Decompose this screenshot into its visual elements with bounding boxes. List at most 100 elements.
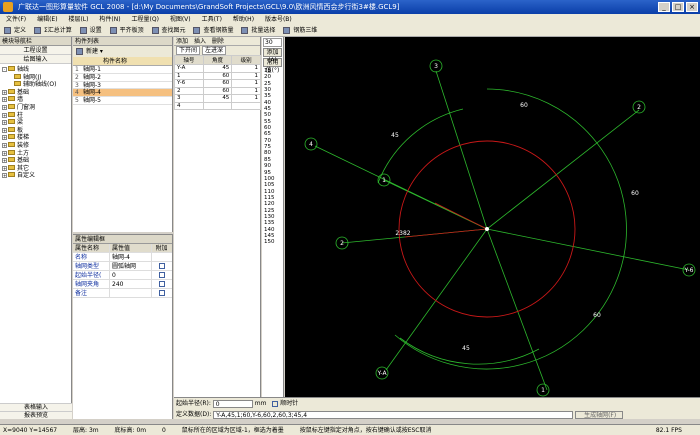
list-item[interactable]: 1 轴网-1 [73,66,172,74]
attr-row[interactable]: 备注 [73,289,172,298]
toolbar-rebar[interactable]: 查看钢筋量 [193,25,233,36]
tree-item-earthwork[interactable]: + 土方 [2,149,69,158]
define-data-input[interactable]: Y-A,45,1;60,Y-6,60,2,60,3;45,4 [213,410,574,419]
insert-button[interactable]: 插入 [194,38,206,45]
expand-icon[interactable]: + [2,120,7,126]
nav-tab-drawing-input[interactable]: 绘图输入 [0,55,71,64]
menu-quantity[interactable]: 工程量(Q) [132,16,159,23]
list-item[interactable]: 5 轴网-5 [73,97,172,105]
expand-icon[interactable]: + [2,89,7,95]
expand-icon[interactable]: + [2,127,7,133]
tree-item-decoration[interactable]: + 装修 [2,141,69,150]
maximize-button[interactable]: □ [672,2,684,12]
add-button[interactable]: 添加 [176,38,188,45]
tree-item-column[interactable]: + 柱 [2,111,69,120]
expand-icon[interactable]: + [2,150,7,156]
delete-button[interactable]: 删除 [212,38,224,45]
table-row[interactable]: 4 [174,101,261,110]
tree-item-aux-axis[interactable]: 辅助轴线(O) [2,81,69,89]
table-cell[interactable]: 1 [231,64,261,73]
angle-value-item[interactable]: 150 [262,239,283,245]
close-button[interactable]: × [686,2,698,12]
tree-item-slab[interactable]: + 板 [2,126,69,135]
expand-icon[interactable]: + [2,97,7,103]
table-row[interactable]: Y-A 45 1 [174,64,261,73]
expand-icon[interactable]: + [2,173,7,179]
table-cell[interactable]: 45 [202,64,233,73]
tree-item-other[interactable]: + 其它 [2,164,69,173]
table-input-button[interactable]: 表格输入 [0,403,72,411]
expand-icon[interactable]: + [2,112,7,118]
generate-grid-button[interactable]: 生成轴网(F) [575,410,624,419]
table-cell[interactable] [202,101,233,110]
attr-checkbox[interactable] [158,272,165,278]
menu-floor[interactable]: 楼层(L) [68,16,88,23]
attr-value[interactable]: 圆弧轴网 [109,262,151,270]
collapse-icon[interactable]: - [2,67,7,72]
expand-icon[interactable]: + [2,158,7,164]
tree-item-beam[interactable]: + 梁 [2,119,69,127]
attr-row[interactable]: 名称 轴网-4 [73,253,172,262]
tree-item-stairs[interactable]: + 楼梯 [2,134,69,142]
menu-tools[interactable]: 工具(T) [202,16,222,23]
toolbar-sum[interactable]: Σ汇总计算 [33,25,72,36]
attr-checkbox[interactable] [158,263,165,269]
expand-icon[interactable]: + [2,142,7,148]
expand-icon[interactable]: + [2,165,7,171]
expand-icon[interactable]: + [2,104,7,110]
nav-tab-project-settings[interactable]: 工程设置 [0,46,71,55]
radius-input[interactable]: 0 [212,399,253,408]
table-cell[interactable]: 4 [174,101,204,110]
new-button[interactable]: 新建 ▾ [76,48,103,55]
table-row[interactable]: Y-6 60 1 [174,79,261,88]
tab-lower-bay[interactable]: 下开间 [176,46,201,55]
drawing-canvas[interactable]: 3 2 4 1 2 Y-6 Y-A 1 60 45 60 2382 60 45 [285,37,700,397]
attr-value[interactable]: 0 [109,271,151,279]
table-row[interactable]: 2 60 1 [174,86,261,95]
table-cell[interactable]: 1 [231,94,261,103]
menu-view[interactable]: 视图(V) [170,16,191,23]
tree-item-axis[interactable]: - 轴线 [2,66,69,74]
menu-help[interactable]: 帮助(H) [233,16,254,23]
clockwise-checkbox[interactable] [272,401,279,407]
angle-input[interactable]: 30 [263,38,282,47]
tree-item-opening[interactable]: + 门窗洞 [2,103,69,112]
attr-value[interactable]: 轴网-4 [109,253,151,261]
tree-item-wall[interactable]: + 墙 [2,96,69,104]
toolbar-find[interactable]: 查找图元 [151,25,186,36]
table-cell[interactable]: 1 [231,79,261,88]
menu-file[interactable]: 文件(F) [6,16,26,23]
table-cell[interactable]: 2 [174,86,204,95]
table-cell[interactable]: 60 [202,86,233,95]
table-cell[interactable]: 3 [174,94,204,103]
toolbar-settings[interactable]: 设置 [79,25,102,36]
report-preview-button[interactable]: 报表预览 [0,411,72,419]
table-row[interactable]: 1 60 1 [174,71,261,80]
attr-value[interactable] [109,289,151,297]
attr-row[interactable]: 轴网类型 圆弧轴网 [73,262,172,271]
table-row[interactable]: 3 45 1 [174,94,261,103]
table-cell[interactable]: 1 [231,86,261,95]
tree-item-foundation-2[interactable]: + 基础 [2,157,69,165]
add-angle-button[interactable]: 添加(A) [263,48,282,64]
minimize-button[interactable]: _ [658,2,670,12]
attr-checkbox[interactable] [158,281,165,287]
list-item[interactable]: 2 轴网-2 [73,74,172,82]
table-cell[interactable]: 1 [174,71,204,80]
tree-item-foundation[interactable]: + 基础 [2,88,69,97]
table-cell[interactable]: 60 [202,71,233,80]
attr-checkbox[interactable] [158,290,165,296]
tree-item-custom[interactable]: + 自定义 [2,172,69,180]
attr-row[interactable]: 起始半径(0 [73,271,172,280]
table-cell[interactable]: 60 [202,79,233,88]
tab-left-depth[interactable]: 左进深 [201,46,226,55]
expand-icon[interactable]: + [2,135,7,141]
menu-component[interactable]: 构件(N) [99,16,120,23]
toolbar-define[interactable]: 定义 [4,25,26,36]
toolbar-3d[interactable]: 钢筋三维 [283,25,317,36]
attr-row[interactable]: 轴网夹角 240 [73,280,172,289]
table-cell[interactable] [231,101,261,110]
attr-value[interactable]: 240 [109,280,151,288]
table-cell[interactable]: 1 [231,71,261,80]
menu-edit[interactable]: 编辑(E) [37,16,57,23]
